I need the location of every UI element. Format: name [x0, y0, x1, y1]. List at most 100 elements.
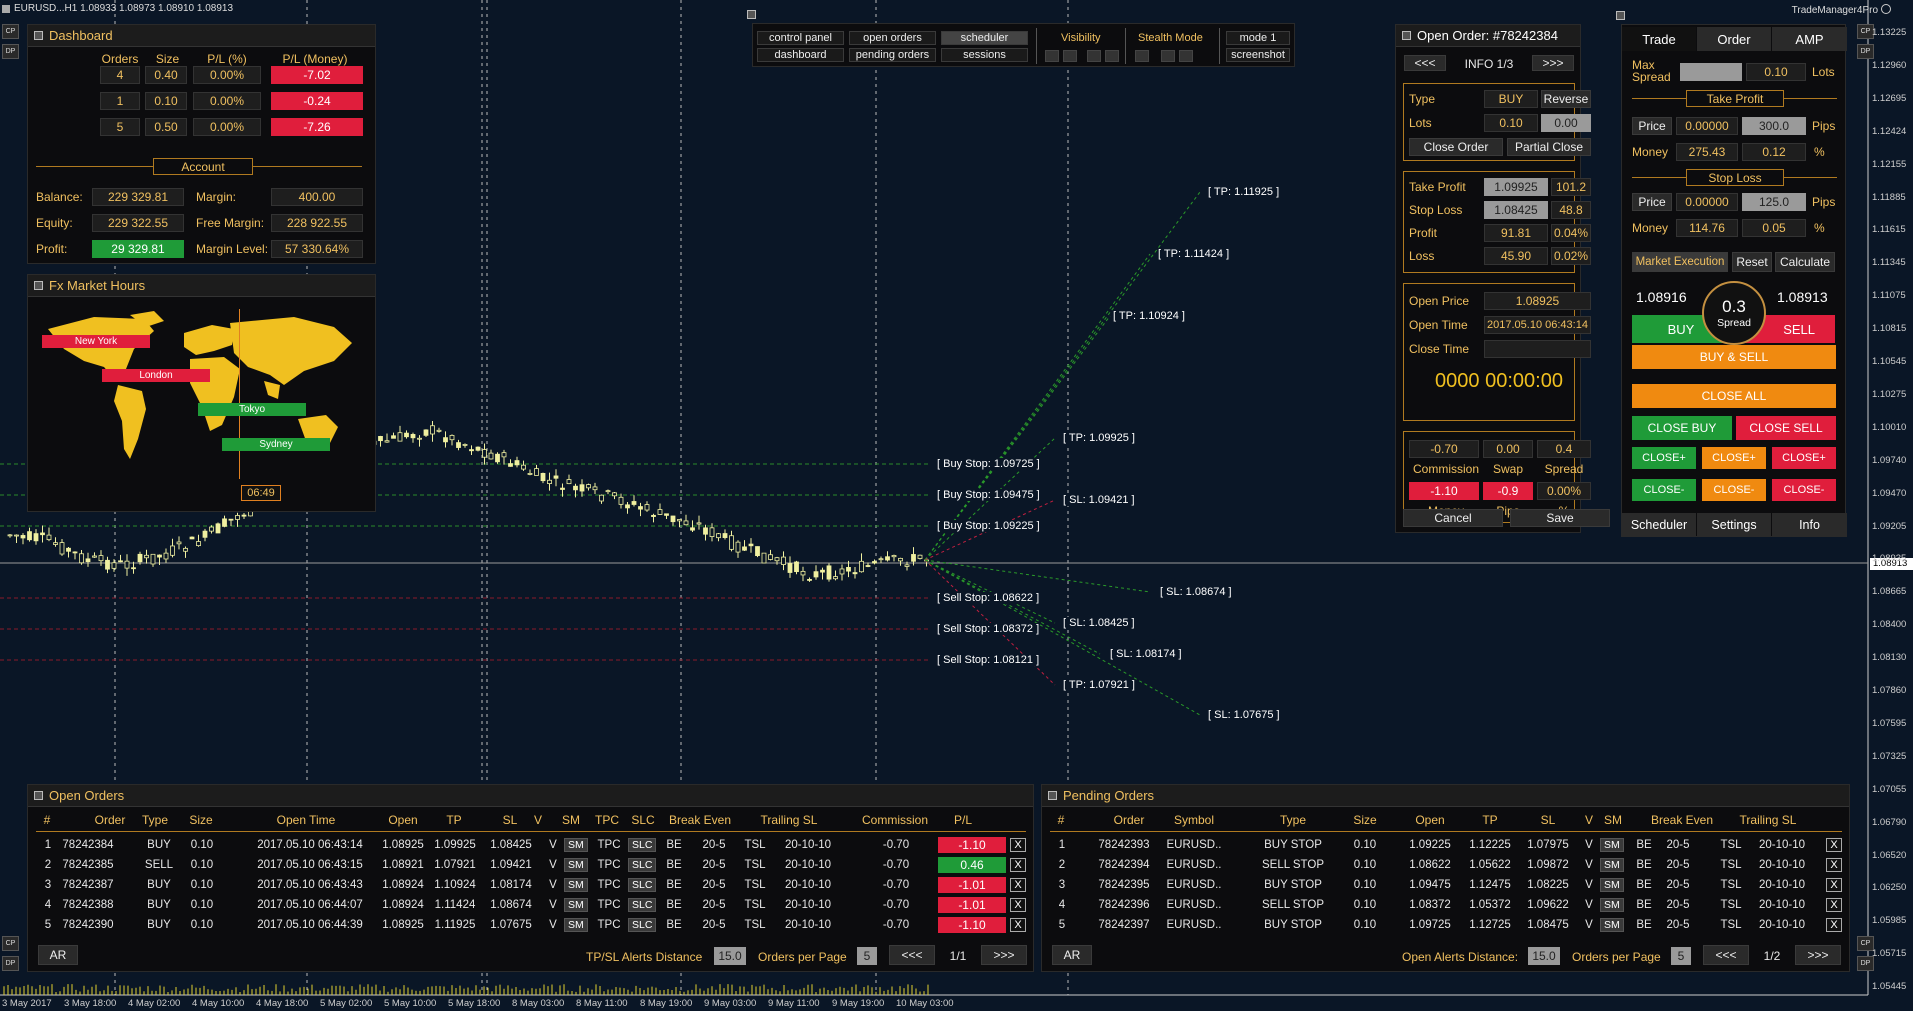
close-order-x-button[interactable]: X [1010, 918, 1026, 932]
sl-price-button[interactable]: Price [1632, 193, 1672, 211]
slc-toggle[interactable]: SLC [628, 858, 657, 872]
scheduler-button[interactable]: scheduler [941, 31, 1028, 45]
level-label-tp[interactable]: [ TP: 1.11424 ] [1158, 248, 1230, 260]
screenshot-button[interactable]: screenshot [1226, 48, 1290, 62]
panel-handle-icon[interactable] [34, 791, 43, 800]
open-order-row[interactable]: 2 78242385 SELL 0.10 2017.05.10 06:43:15 1.08… [36, 857, 1028, 875]
break-even-toggle[interactable]: BE [1634, 879, 1654, 891]
break-even-toggle[interactable]: BE [664, 879, 684, 891]
level-label-pend[interactable]: [ Sell Stop: 1.08121 ] [937, 654, 1040, 666]
sm-toggle[interactable]: SM [1600, 858, 1624, 872]
next-order-button[interactable]: >>> [1532, 55, 1574, 71]
alerts-distance-input[interactable]: 15.0 [1528, 947, 1560, 965]
dashboard-title-bar[interactable]: Dashboard [28, 25, 375, 47]
open-order-row[interactable]: 4 78242388 BUY 0.10 2017.05.10 06:44:07 1.089… [36, 897, 1028, 915]
visibility-toggle[interactable] [1105, 50, 1119, 62]
level-label-tp[interactable]: [ TP: 1.07921 ] [1063, 679, 1135, 691]
sm-toggle[interactable]: SM [1600, 898, 1624, 912]
tsl-toggle[interactable]: TSL [740, 899, 770, 911]
cancel-button[interactable]: Cancel [1403, 509, 1503, 527]
control-panel-button[interactable]: control panel [757, 31, 844, 45]
level-label-pend[interactable]: [ Sell Stop: 1.08372 ] [937, 623, 1040, 635]
close-minus-all-button[interactable]: CLOSE- [1702, 479, 1766, 501]
sm-toggle[interactable]: SM [564, 878, 588, 892]
cancel-pending-x-button[interactable]: X [1826, 898, 1842, 912]
level-label-sl[interactable]: [ SL: 1.08425 ] [1063, 617, 1135, 629]
max-spread-input[interactable] [1680, 63, 1742, 81]
slc-toggle[interactable]: SLC [628, 838, 657, 852]
alerts-distance-input[interactable]: 15.0 [714, 947, 746, 965]
close-order-x-button[interactable]: X [1010, 898, 1026, 912]
orders-per-page-input[interactable]: 5 [857, 947, 877, 965]
panel-handle-icon[interactable] [34, 281, 43, 290]
tpc-toggle[interactable]: TPC [596, 919, 622, 931]
tp-pips-input[interactable]: 300.0 [1742, 117, 1806, 135]
prev-order-button[interactable]: <<< [1404, 55, 1446, 71]
tab-order[interactable]: Order [1697, 27, 1771, 51]
close-plus-buy-button[interactable]: CLOSE+ [1632, 447, 1696, 469]
tpc-toggle[interactable]: TPC [596, 879, 622, 891]
break-even-toggle[interactable]: BE [1634, 899, 1654, 911]
tab-trade[interactable]: Trade [1622, 27, 1696, 51]
open-order-row[interactable]: 3 78242387 BUY 0.10 2017.05.10 06:43:43 1.089… [36, 877, 1028, 895]
prev-page-button[interactable]: <<< [889, 945, 935, 965]
sm-toggle[interactable]: SM [564, 898, 588, 912]
level-label-tp[interactable]: [ TP: 1.09925 ] [1063, 432, 1135, 444]
sl-money-input[interactable]: 114.76 [1676, 219, 1738, 237]
tsl-toggle[interactable]: TSL [1716, 879, 1746, 891]
level-label-pend[interactable]: [ Buy Stop: 1.09475 ] [937, 489, 1040, 501]
break-even-toggle[interactable]: BE [1634, 859, 1654, 871]
tsl-toggle[interactable]: TSL [740, 839, 770, 851]
close-order-button[interactable]: Close Order [1409, 138, 1503, 156]
tpc-toggle[interactable]: TPC [596, 859, 622, 871]
pending-order-row[interactable]: 1 78242393 EURUSD.. BUY STOP 0.10 1.09225 1.12… [1050, 837, 1844, 855]
stealth-toggle[interactable] [1135, 50, 1149, 62]
tsl-toggle[interactable]: TSL [1716, 859, 1746, 871]
close-plus-sell-button[interactable]: CLOSE+ [1772, 447, 1836, 469]
open-orders-button[interactable]: open orders [849, 31, 936, 45]
pending-order-row[interactable]: 3 78242395 EURUSD.. BUY STOP 0.10 1.09475 1.12… [1050, 877, 1844, 895]
break-even-toggle[interactable]: BE [664, 839, 684, 851]
sm-toggle[interactable]: SM [564, 858, 588, 872]
break-even-toggle[interactable]: BE [664, 859, 684, 871]
sessions-button[interactable]: sessions [941, 48, 1028, 62]
calculate-button[interactable]: Calculate [1775, 252, 1835, 272]
pending-orders-title-bar[interactable]: Pending Orders [1042, 785, 1849, 807]
close-all-button[interactable]: CLOSE ALL [1632, 384, 1836, 408]
tp-pct-input[interactable]: 0.12 [1742, 143, 1806, 161]
open-order-row[interactable]: 1 78242384 BUY 0.10 2017.05.10 06:43:14 1.089… [36, 837, 1028, 855]
sl-value[interactable]: 1.08425 [1484, 201, 1548, 219]
close-minus-sell-button[interactable]: CLOSE- [1772, 479, 1836, 501]
tsl-toggle[interactable]: TSL [740, 859, 770, 871]
visibility-toggle[interactable] [1087, 50, 1101, 62]
close-order-x-button[interactable]: X [1010, 838, 1026, 852]
tsl-toggle[interactable]: TSL [740, 879, 770, 891]
pending-order-row[interactable]: 4 78242396 EURUSD.. SELL STOP 0.10 1.08372 1.0… [1050, 897, 1844, 915]
level-label-sl[interactable]: [ SL: 1.07675 ] [1208, 709, 1280, 721]
break-even-toggle[interactable]: BE [664, 919, 684, 931]
market-hours-title-bar[interactable]: Fx Market Hours [28, 275, 375, 297]
level-label-pend[interactable]: [ Buy Stop: 1.09225 ] [937, 520, 1040, 532]
tsl-toggle[interactable]: TSL [1716, 919, 1746, 931]
level-label-pend[interactable]: [ Sell Stop: 1.08622 ] [937, 592, 1040, 604]
level-label-tp[interactable]: [ TP: 1.11925 ] [1208, 186, 1280, 198]
break-even-toggle[interactable]: BE [1634, 839, 1654, 851]
level-label-sl[interactable]: [ SL: 1.09421 ] [1063, 494, 1135, 506]
sl-pips-input[interactable]: 125.0 [1742, 193, 1806, 211]
open-order-title-bar[interactable]: Open Order: #78242384 [1396, 25, 1580, 47]
dp-side-button[interactable]: DP [2, 44, 19, 59]
visibility-toggle[interactable] [1063, 50, 1077, 62]
slc-toggle[interactable]: SLC [628, 898, 657, 912]
auto-refresh-button[interactable]: AR [1052, 945, 1092, 965]
tp-price-input[interactable]: 0.00000 [1676, 117, 1738, 135]
save-button[interactable]: Save [1510, 509, 1610, 527]
tab-amp[interactable]: AMP [1772, 27, 1847, 51]
level-label-sl[interactable]: [ SL: 1.08174 ] [1110, 648, 1182, 660]
tsl-toggle[interactable]: TSL [1716, 899, 1746, 911]
break-even-toggle[interactable]: BE [1634, 919, 1654, 931]
dp-side-button[interactable]: DP [1857, 44, 1874, 59]
tp-money-input[interactable]: 275.43 [1676, 143, 1738, 161]
orders-per-page-input[interactable]: 5 [1671, 947, 1691, 965]
close-order-x-button[interactable]: X [1010, 858, 1026, 872]
sm-toggle[interactable]: SM [1600, 878, 1624, 892]
